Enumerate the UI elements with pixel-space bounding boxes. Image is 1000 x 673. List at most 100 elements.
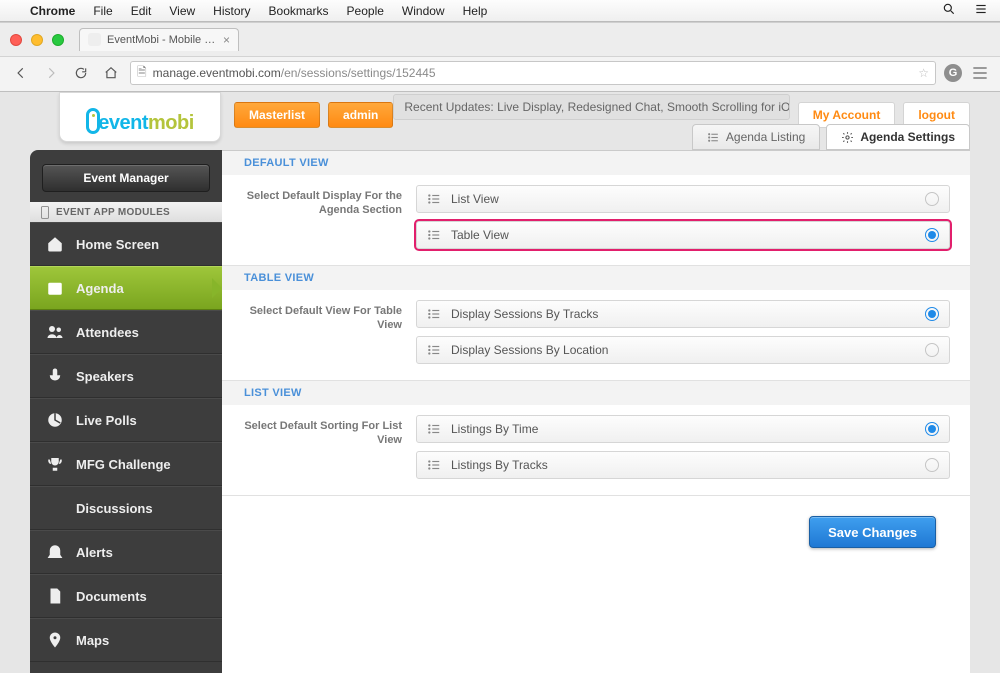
sidebar-item-label: Home Screen (76, 237, 159, 252)
tab-agenda-listing[interactable]: Agenda Listing (692, 124, 820, 150)
list-icon (427, 458, 441, 472)
option-label: Display Sessions By Tracks (451, 307, 598, 321)
menu-history[interactable]: History (213, 4, 250, 18)
sidebar-item-agenda[interactable]: Agenda (30, 266, 222, 310)
hash-icon (46, 499, 64, 517)
list-icon (427, 192, 441, 206)
sidebar-item-documents[interactable]: Documents (30, 574, 222, 618)
window-zoom-button[interactable] (52, 34, 64, 46)
news-ticker[interactable]: Recent Updates: Live Display, Redesigned… (393, 94, 789, 120)
spotlight-icon[interactable] (942, 2, 956, 19)
extension-badge[interactable]: G (944, 64, 962, 82)
mac-menubar: Chrome File Edit View History Bookmarks … (0, 0, 1000, 22)
section-label: Select Default Display For the Agenda Se… (242, 185, 402, 249)
list-icon (427, 228, 441, 242)
menu-file[interactable]: File (93, 4, 112, 18)
sidebar-nav: Home Screen Agenda Attendees Speakers Li… (30, 222, 222, 662)
sidebar-item-label: Maps (76, 633, 109, 648)
reload-button[interactable] (70, 62, 92, 84)
document-icon (46, 587, 64, 605)
section-default-view: DEFAULT VIEW Select Default Display For … (222, 151, 970, 266)
content-panel: DEFAULT VIEW Select Default Display For … (222, 150, 970, 673)
address-bar[interactable]: 🗎 manage.eventmobi.com/en/sessions/setti… (130, 61, 936, 85)
option-table-view[interactable]: Table View (416, 221, 950, 249)
sidebar-item-alerts[interactable]: Alerts (30, 530, 222, 574)
save-changes-button[interactable]: Save Changes (809, 516, 936, 548)
menu-view[interactable]: View (169, 4, 195, 18)
section-title: DEFAULT VIEW (222, 151, 970, 175)
eventmobi-logo: eventmobi (86, 108, 194, 135)
tab-agenda-settings-label: Agenda Settings (860, 130, 955, 144)
option-label: Listings By Tracks (451, 458, 548, 472)
admin-button[interactable]: admin (328, 102, 393, 128)
option-display-by-tracks[interactable]: Display Sessions By Tracks (416, 300, 950, 328)
radio-indicator (925, 343, 939, 357)
radio-indicator (925, 458, 939, 472)
home-button[interactable] (100, 62, 122, 84)
tab-favicon (88, 33, 101, 46)
gear-icon (841, 131, 854, 144)
list-icon (427, 307, 441, 321)
tab-close-icon[interactable]: × (223, 34, 230, 46)
modules-header: EVENT APP MODULES (30, 202, 222, 222)
radio-indicator (925, 228, 939, 242)
sidebar-item-live-polls[interactable]: Live Polls (30, 398, 222, 442)
section-title: LIST VIEW (222, 381, 970, 405)
forward-button[interactable] (40, 62, 62, 84)
site-info-icon[interactable]: 🗎 (137, 63, 147, 84)
window-close-button[interactable] (10, 34, 22, 46)
sidebar-item-label: Speakers (76, 369, 134, 384)
window-controls: EventMobi - Mobile Event × (0, 23, 1000, 56)
bell-icon (46, 543, 64, 561)
sidebar-item-home-screen[interactable]: Home Screen (30, 222, 222, 266)
browser-tabstrip: EventMobi - Mobile Event × (79, 28, 239, 51)
tab-agenda-settings[interactable]: Agenda Settings (826, 124, 970, 150)
section-label: Select Default View For Table View (242, 300, 402, 364)
option-label: Table View (451, 228, 509, 242)
sidebar-item-mfg-challenge[interactable]: MFG Challenge (30, 442, 222, 486)
window-minimize-button[interactable] (31, 34, 43, 46)
radio-indicator (925, 192, 939, 206)
section-list-view: LIST VIEW Select Default Sorting For Lis… (222, 381, 970, 496)
radio-indicator (925, 307, 939, 321)
menu-window[interactable]: Window (402, 4, 445, 18)
list-icon (707, 131, 720, 144)
map-pin-icon (46, 631, 64, 649)
sidebar-item-speakers[interactable]: Speakers (30, 354, 222, 398)
home-icon (46, 235, 64, 253)
sidebar-item-attendees[interactable]: Attendees (30, 310, 222, 354)
bookmark-star-icon[interactable]: ☆ (918, 66, 929, 80)
option-display-by-location[interactable]: Display Sessions By Location (416, 336, 950, 364)
sidebar-item-discussions[interactable]: Discussions (30, 486, 222, 530)
list-icon (427, 343, 441, 357)
microphone-icon (46, 367, 64, 385)
menu-people[interactable]: People (347, 4, 384, 18)
menubar-app[interactable]: Chrome (30, 4, 75, 18)
list-icon (427, 422, 441, 436)
option-listings-by-tracks[interactable]: Listings By Tracks (416, 451, 950, 479)
menu-help[interactable]: Help (463, 4, 488, 18)
option-listings-by-time[interactable]: Listings By Time (416, 415, 950, 443)
phone-icon (40, 206, 50, 219)
menu-edit[interactable]: Edit (131, 4, 152, 18)
notification-center-icon[interactable] (974, 2, 988, 19)
url-path: /en/sessions/settings/152445 (281, 66, 436, 80)
logo-card[interactable]: eventmobi (59, 92, 221, 142)
menu-bookmarks[interactable]: Bookmarks (269, 4, 329, 18)
event-manager-button[interactable]: Event Manager (42, 164, 210, 192)
sidebar-item-label: MFG Challenge (76, 457, 171, 472)
sidebar-item-label: Agenda (76, 281, 124, 296)
sidebar-item-label: Attendees (76, 325, 139, 340)
back-button[interactable] (10, 62, 32, 84)
section-label: Select Default Sorting For List View (242, 415, 402, 479)
sidebar-item-label: Live Polls (76, 413, 137, 428)
trophy-icon (46, 455, 64, 473)
sidebar-item-label: Alerts (76, 545, 113, 560)
app-page: Masterlist admin Recent Updates: Live Di… (0, 92, 1000, 673)
option-list-view[interactable]: List View (416, 185, 950, 213)
chrome-menu-icon[interactable] (970, 63, 990, 83)
section-title: TABLE VIEW (222, 266, 970, 290)
browser-tab[interactable]: EventMobi - Mobile Event × (79, 28, 239, 51)
option-label: Listings By Time (451, 422, 538, 436)
masterlist-button[interactable]: Masterlist (234, 102, 320, 128)
